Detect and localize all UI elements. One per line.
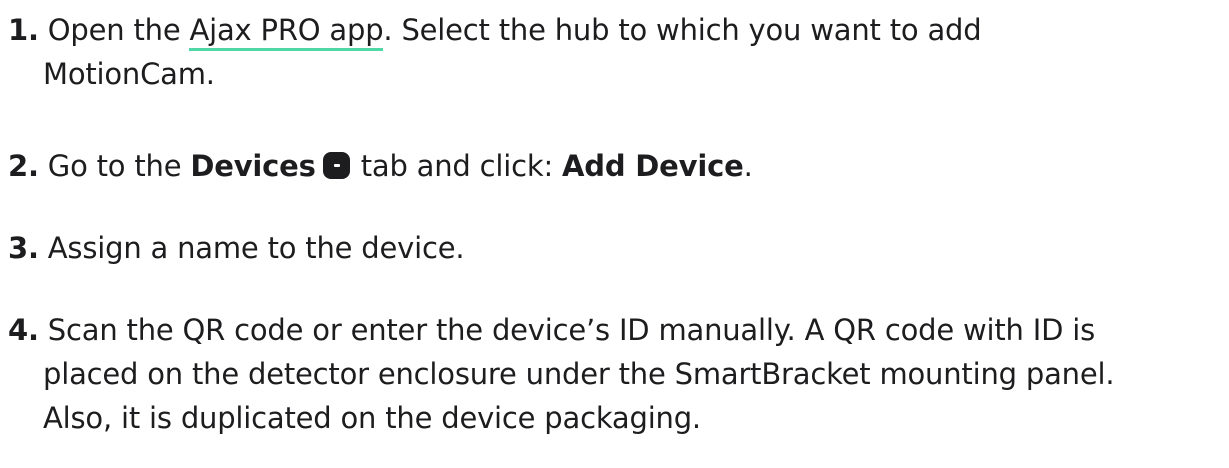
step-text: . Select the hub to which you want to ad… <box>383 13 982 47</box>
step-number: 2. <box>8 149 39 183</box>
step-text: Assign a name to the device. <box>47 231 465 265</box>
ajax-pro-app-link[interactable]: Ajax PRO app <box>189 13 384 51</box>
step-1: 1. Open the Ajax PRO app. Select the hub … <box>8 8 1223 96</box>
step-text: tab and click: <box>351 149 563 183</box>
step-number: 1. <box>8 13 39 47</box>
step-4-line-1: 4. Scan the QR code or enter the device’s… <box>8 308 1223 352</box>
step-number: 4. <box>8 313 39 347</box>
step-text: Open the <box>47 13 190 47</box>
step-4: 4. Scan the QR code or enter the device’s… <box>8 308 1223 440</box>
step-2: 2. Go to the Devices tab and click: Add D… <box>8 144 1223 188</box>
step-3-line-1: 3. Assign a name to the device. <box>8 226 1223 270</box>
step-number: 3. <box>8 231 39 265</box>
step-4-line-3: Also, it is duplicated on the device pac… <box>43 401 701 435</box>
step-2-line-1: 2. Go to the Devices tab and click: Add D… <box>8 144 1223 188</box>
devices-label: Devices <box>190 149 316 183</box>
step-text: . <box>743 149 753 183</box>
step-text: Scan the QR code or enter the device’s I… <box>47 313 1095 347</box>
devices-tab-icon <box>322 152 350 179</box>
step-3: 3. Assign a name to the device. <box>8 226 1223 270</box>
step-4-line-2: placed on the detector enclosure under t… <box>43 357 1115 391</box>
add-device-label: Add Device <box>562 149 744 183</box>
step-text: Go to the <box>47 149 191 183</box>
step-1-line-1: 1. Open the Ajax PRO app. Select the hub … <box>8 8 1223 52</box>
step-1-line-2: MotionCam. <box>43 57 215 91</box>
